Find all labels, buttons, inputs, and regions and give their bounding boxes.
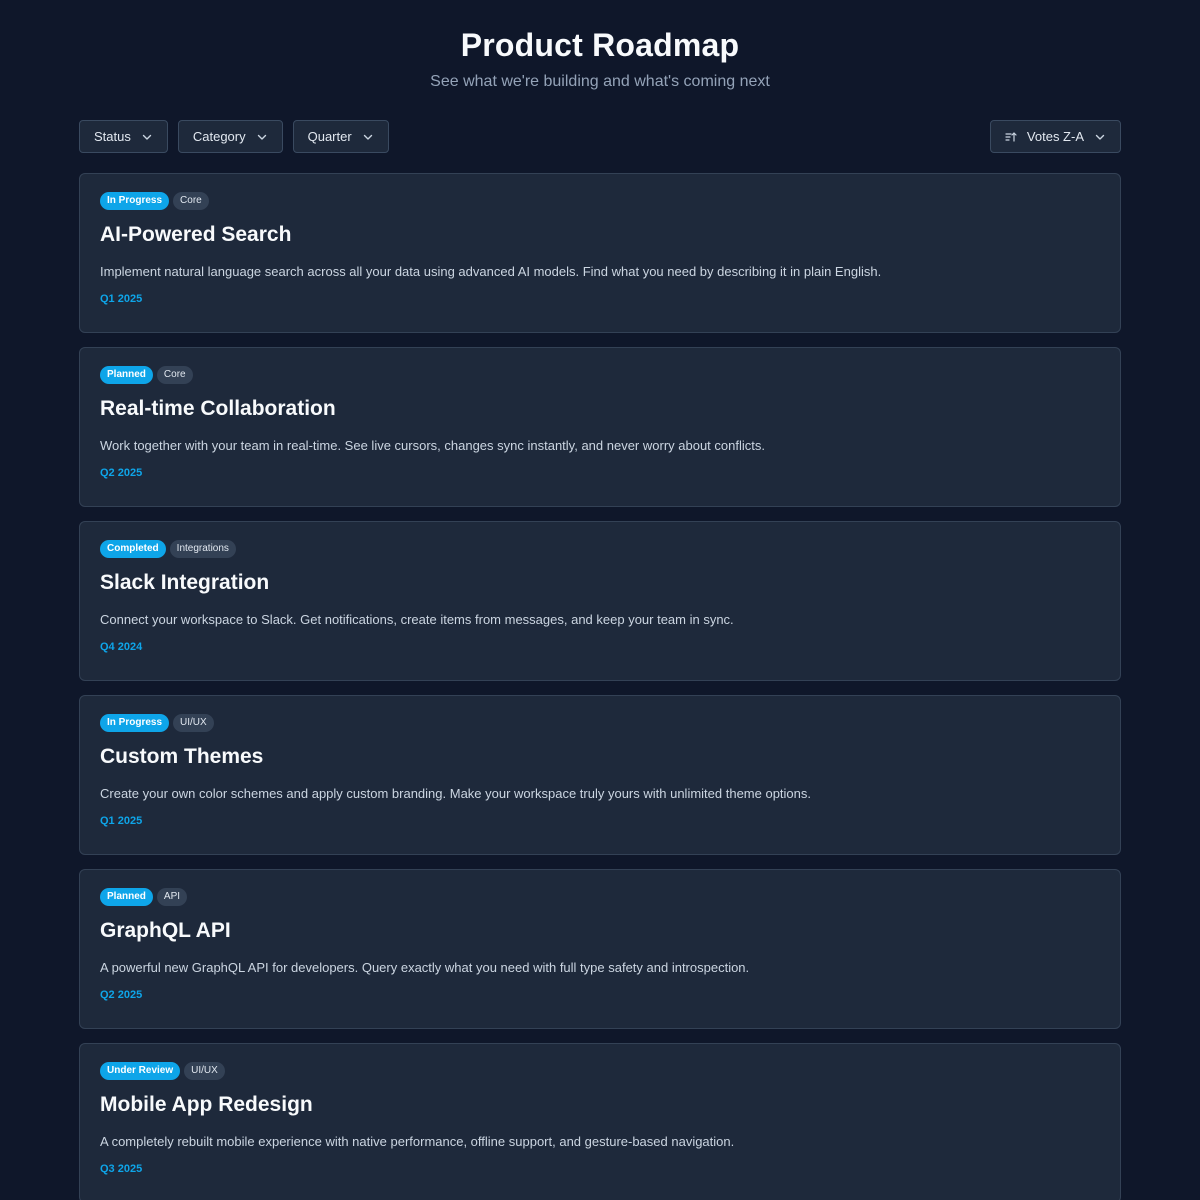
roadmap-card[interactable]: Under Review UI/UX Mobile App Redesign A… [79, 1043, 1121, 1200]
roadmap-card[interactable]: Planned API GraphQL API A powerful new G… [79, 869, 1121, 1029]
page-title: Product Roadmap [460, 27, 740, 63]
card-description: A powerful new GraphQL API for developer… [100, 960, 750, 975]
card-description: Create your own color schemes and apply … [100, 786, 812, 801]
category-filter-dropdown[interactable]: Category [177, 120, 283, 153]
card-quarter: Q2 2025 [100, 467, 143, 479]
card-title: Custom Themes [100, 745, 264, 768]
roadmap-page: Product Roadmap See what we're building … [0, 0, 1200, 1200]
category-filter-label: Category [192, 129, 246, 144]
roadmap-card[interactable]: Planned Core Real-time Collaboration Wor… [79, 347, 1121, 507]
category-badge: UI/UX [173, 714, 214, 732]
badge-row: Planned API [100, 888, 1100, 906]
card-description: A completely rebuilt mobile experience w… [100, 1134, 735, 1149]
roadmap-card[interactable]: In Progress UI/UX Custom Themes Create y… [79, 695, 1121, 855]
card-quarter: Q1 2025 [100, 815, 143, 827]
card-quarter: Q2 2025 [100, 989, 143, 1001]
card-quarter: Q1 2025 [100, 293, 143, 305]
card-description: Connect your workspace to Slack. Get not… [100, 612, 734, 627]
category-badge: UI/UX [184, 1062, 225, 1080]
status-badge: In Progress [100, 192, 170, 210]
category-badge: API [156, 888, 188, 906]
filter-toolbar: Status Category Quarter Votes Z-A [79, 120, 1121, 153]
filter-group: Status Category Quarter [79, 120, 389, 153]
status-badge: Planned [100, 366, 153, 384]
badge-row: In Progress UI/UX [100, 714, 1100, 732]
card-description: Implement natural language search across… [100, 264, 882, 279]
badge-row: Under Review UI/UX [100, 1062, 1100, 1080]
category-badge: Integrations [169, 540, 236, 558]
roadmap-list: In Progress Core AI-Powered Search Imple… [79, 173, 1121, 1200]
chevron-down-icon [363, 134, 372, 140]
roadmap-card[interactable]: In Progress Core AI-Powered Search Imple… [79, 173, 1121, 333]
page-header: Product Roadmap See what we're building … [0, 0, 1200, 92]
status-badge: In Progress [100, 714, 170, 732]
chevron-down-icon [1095, 134, 1105, 140]
card-quarter: Q4 2024 [100, 641, 143, 653]
badge-row: In Progress Core [100, 192, 1100, 210]
status-badge: Planned [100, 888, 153, 906]
sort-icon [1005, 131, 1017, 142]
category-badge: Core [156, 366, 193, 384]
sort-dropdown[interactable]: Votes Z-A [989, 120, 1121, 153]
category-badge: Core [173, 192, 209, 210]
card-title: Real-time Collaboration [100, 397, 336, 420]
badge-row: Completed Integrations [100, 540, 1100, 558]
badge-row: Planned Core [100, 366, 1100, 384]
card-title: AI-Powered Search [100, 223, 292, 246]
status-badge: Under Review [100, 1062, 181, 1080]
chevron-down-icon [142, 134, 152, 140]
card-quarter: Q3 2025 [100, 1163, 143, 1175]
card-description: Work together with your team in real-tim… [100, 438, 765, 453]
status-filter-label: Status [94, 129, 131, 144]
quarter-filter-label: Quarter [307, 129, 352, 144]
status-badge: Completed [100, 540, 166, 558]
card-title: Slack Integration [100, 571, 270, 594]
sort-label: Votes Z-A [1026, 129, 1084, 144]
status-filter-dropdown[interactable]: Status [79, 120, 168, 153]
page-subtitle: See what we're building and what's comin… [430, 73, 770, 90]
card-title: GraphQL API [100, 919, 231, 942]
card-title: Mobile App Redesign [100, 1093, 313, 1116]
roadmap-card[interactable]: Completed Integrations Slack Integration… [79, 521, 1121, 681]
chevron-down-icon [257, 134, 266, 140]
quarter-filter-dropdown[interactable]: Quarter [292, 120, 389, 153]
